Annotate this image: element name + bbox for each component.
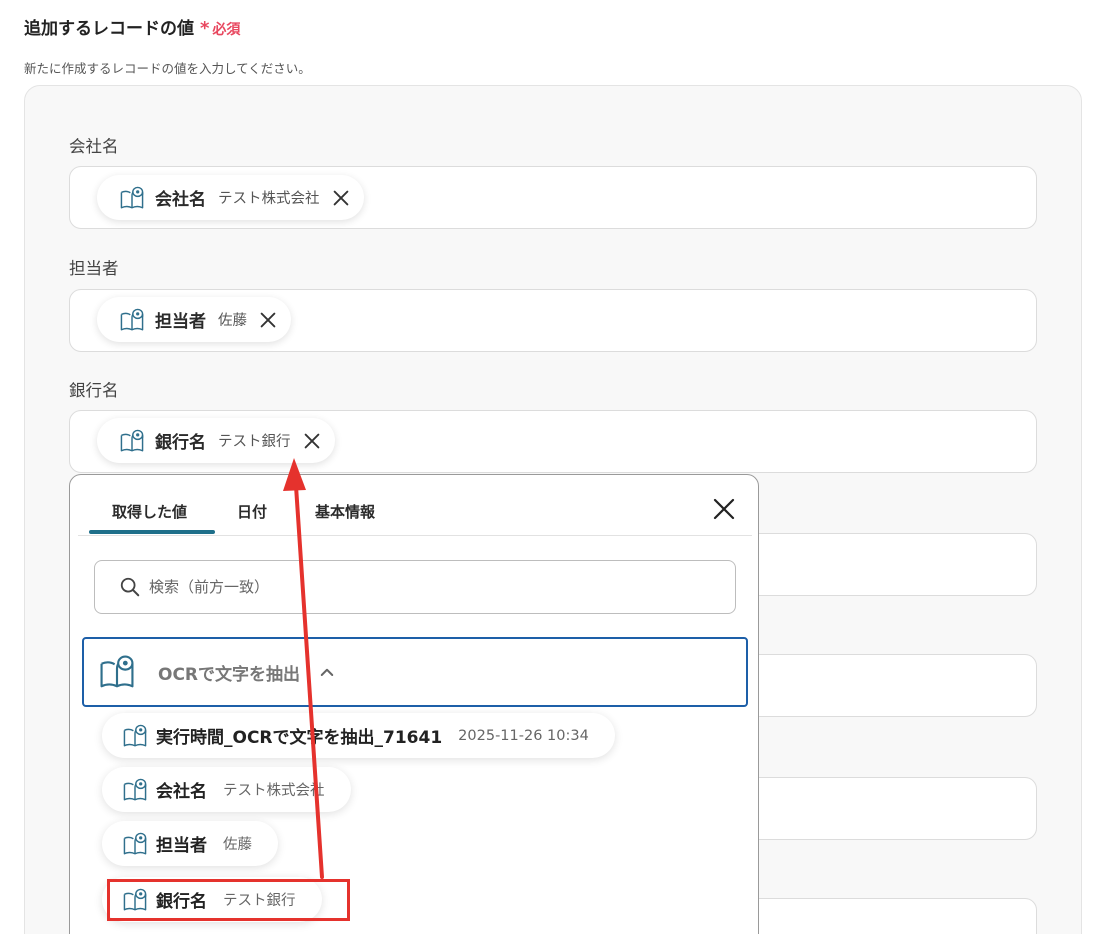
option-value: 佐藤 (223, 837, 252, 853)
search-input[interactable] (149, 578, 709, 596)
book-eye-icon (122, 831, 148, 857)
chip-name: 担当者 (155, 312, 206, 332)
tab-divider (78, 535, 752, 536)
chip-value: テスト銀行 (218, 434, 291, 450)
active-tab-indicator (89, 530, 215, 534)
group-header-ocr[interactable]: OCRで文字を抽出 (82, 637, 748, 707)
option-name: 実行時間_OCRで文字を抽出_71641 (156, 728, 443, 748)
book-eye-icon (122, 723, 148, 749)
section-title: 追加するレコードの値 * 必須 (24, 14, 240, 39)
book-eye-icon (119, 428, 145, 454)
option-exec-time[interactable]: 実行時間_OCRで文字を抽出_71641 2025-11-26 10:34 (102, 713, 615, 758)
field-label-bank: 銀行名 (69, 381, 119, 400)
chip-name: 会社名 (155, 190, 206, 210)
chip-value: テスト株式会社 (218, 191, 320, 207)
book-eye-icon (119, 307, 145, 333)
value-chip-bank[interactable]: 銀行名 テスト銀行 (97, 418, 335, 463)
chip-value: 佐藤 (218, 313, 247, 329)
section-title-text: 追加するレコードの値 (24, 19, 194, 39)
search-box[interactable] (94, 560, 736, 614)
value-chip-company[interactable]: 会社名 テスト株式会社 (97, 175, 364, 220)
option-name: 会社名 (156, 782, 207, 802)
annotation-highlight-box (107, 879, 350, 921)
required-label: 必須 (212, 22, 241, 38)
value-chip-person[interactable]: 担当者 佐藤 (97, 297, 291, 342)
option-name: 担当者 (156, 836, 207, 856)
chevron-up-icon[interactable] (318, 663, 336, 681)
tab-acquired-values[interactable]: 取得した値 (112, 501, 187, 522)
option-company[interactable]: 会社名 テスト株式会社 (102, 767, 351, 812)
book-eye-icon (119, 185, 145, 211)
required-asterisk: * (200, 18, 210, 39)
option-person[interactable]: 担当者 佐藤 (102, 821, 278, 866)
close-icon[interactable] (257, 309, 279, 331)
book-eye-icon (122, 777, 148, 803)
option-value: 2025-11-26 10:34 (458, 727, 589, 744)
close-icon[interactable] (301, 430, 323, 452)
group-name: OCRで文字を抽出 (158, 664, 301, 685)
option-value: テスト株式会社 (223, 783, 325, 799)
tab-basic-info[interactable]: 基本情報 (315, 501, 375, 522)
field-label-person: 担当者 (69, 259, 119, 278)
field-label-company: 会社名 (69, 137, 119, 156)
close-icon[interactable] (330, 187, 352, 209)
chip-name: 銀行名 (155, 433, 206, 453)
tab-date[interactable]: 日付 (237, 501, 267, 522)
search-icon (120, 577, 140, 597)
book-eye-icon (98, 653, 136, 691)
close-icon[interactable] (712, 497, 736, 521)
section-description: 新たに作成するレコードの値を入力してください。 (24, 61, 311, 76)
